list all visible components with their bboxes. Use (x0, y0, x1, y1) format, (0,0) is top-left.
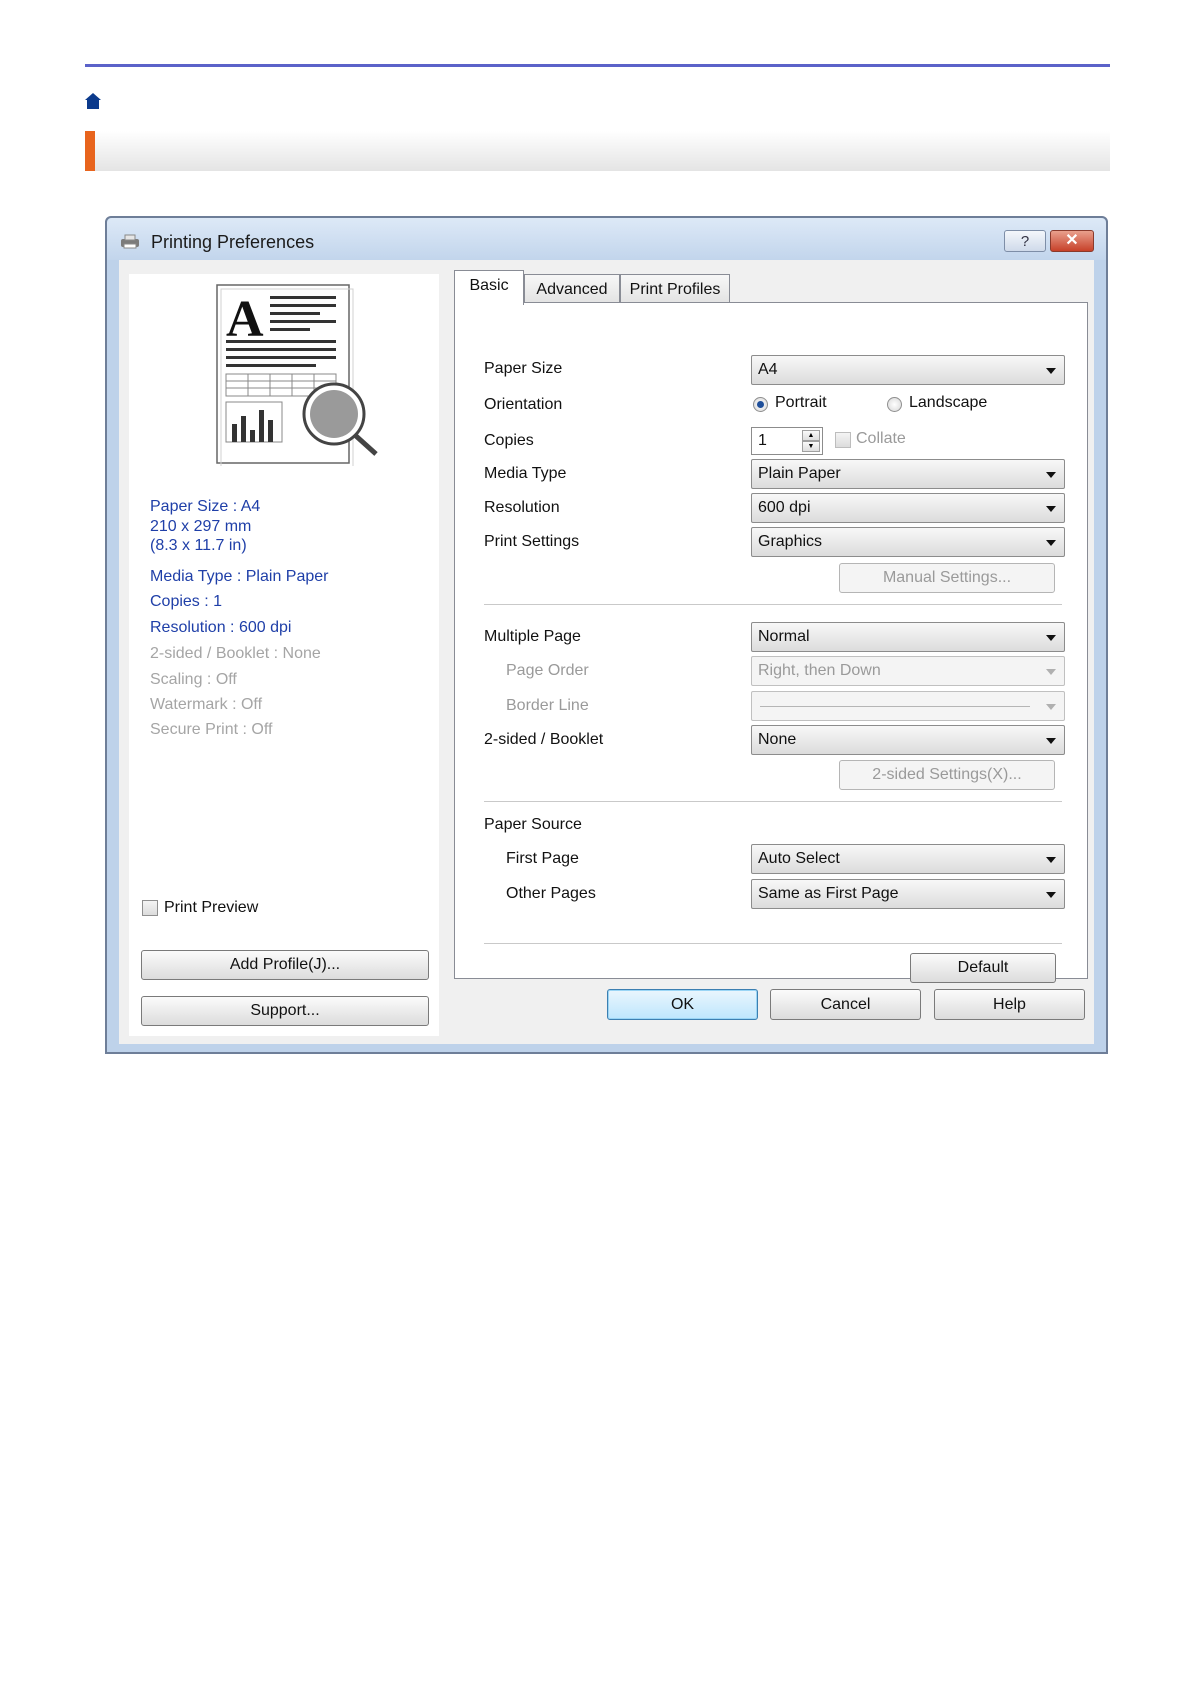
preview-panel: A Paper Size: A4 210 x 297 mm (8.3 x 11… (129, 274, 439, 1036)
summary-scaling: Scaling : Off (150, 671, 237, 688)
tab-advanced[interactable]: Advanced (524, 274, 620, 304)
first-page-dropdown[interactable]: Auto Select (751, 844, 1065, 874)
media-type-value: Plain Paper (758, 465, 841, 482)
multiple-page-label: Multiple Page (484, 628, 581, 645)
summary-dimensions-in: (8.3 x 11.7 in) (150, 537, 247, 554)
border-line-dropdown[interactable] (751, 691, 1065, 721)
add-profile-button[interactable]: Add Profile(J)... (141, 950, 429, 980)
paper-source-label: Paper Source (484, 816, 582, 833)
paper-size-value: A4 (758, 361, 778, 378)
resolution-value: 600 dpi (758, 499, 811, 516)
divider (484, 801, 1062, 803)
collate-label: Collate (856, 430, 906, 447)
basic-tab-panel: Paper Size A4 Orientation Portrait Lands… (454, 302, 1088, 983)
other-pages-value: Same as First Page (758, 885, 899, 902)
page-top-rule (85, 64, 1110, 67)
print-preview-checkbox[interactable] (142, 900, 158, 916)
dialog-client-area: A Paper Size: A4 210 x 297 mm (8.3 x 11… (119, 260, 1094, 1044)
first-page-value: Auto Select (758, 850, 840, 867)
two-sided-value: None (758, 731, 797, 748)
close-button[interactable]: ✕ (1050, 230, 1094, 252)
home-icon[interactable] (84, 92, 102, 110)
chevron-down-icon (1046, 857, 1056, 863)
summary-two-sided: 2-sided / Booklet : None (150, 645, 321, 662)
portrait-radio[interactable] (753, 397, 768, 412)
multiple-page-value: Normal (758, 628, 810, 645)
help-titlebar-button[interactable]: ? (1004, 230, 1046, 252)
border-line-sample (760, 706, 1030, 707)
chevron-down-icon (1046, 506, 1056, 512)
media-type-label: Media Type (484, 465, 567, 482)
summary-secure-print: Secure Print : Off (150, 721, 273, 738)
copies-stepper[interactable]: 1 ▲ ▼ (751, 427, 823, 455)
chevron-down-icon (1046, 635, 1056, 641)
media-type-dropdown[interactable]: Plain Paper (751, 459, 1065, 489)
printer-icon (121, 234, 139, 249)
portrait-label: Portrait (775, 394, 827, 411)
print-settings-dropdown[interactable]: Graphics (751, 527, 1065, 557)
dialog-title: Printing Preferences (151, 232, 315, 252)
summary-paper-size: Paper Size : A4 (150, 498, 261, 515)
two-sided-dropdown[interactable]: None (751, 725, 1065, 755)
copies-label: Copies (484, 432, 534, 449)
chevron-down-icon (1046, 368, 1056, 374)
print-preview-label: Print Preview (164, 899, 259, 916)
other-pages-label: Other Pages (506, 885, 596, 902)
chevron-down-icon (1046, 540, 1056, 546)
support-button[interactable]: Support... (141, 996, 429, 1026)
page-order-dropdown[interactable]: Right, then Down (751, 656, 1065, 686)
cancel-button[interactable]: Cancel (770, 989, 921, 1020)
two-sided-settings-button[interactable]: 2-sided Settings(X)... (839, 760, 1055, 790)
summary-dimensions-mm: 210 x 297 mm (150, 518, 252, 535)
summary-watermark: Watermark : Off (150, 696, 263, 713)
tab-basic[interactable]: Basic (454, 270, 524, 305)
decrement-arrow-icon[interactable]: ▼ (802, 441, 820, 452)
two-sided-label: 2-sided / Booklet (484, 731, 604, 748)
landscape-label: Landscape (909, 394, 988, 411)
manual-settings-button[interactable]: Manual Settings... (839, 563, 1055, 593)
divider (484, 604, 1062, 606)
tab-print-profiles[interactable]: Print Profiles (620, 274, 730, 304)
section-title-band (85, 131, 1110, 171)
print-settings-label: Print Settings (484, 533, 580, 550)
svg-text:A: A (226, 291, 264, 348)
other-pages-dropdown[interactable]: Same as First Page (751, 879, 1065, 909)
dialog-titlebar: Printing Preferences ? ✕ (107, 218, 1106, 260)
page-order-label: Page Order (506, 662, 589, 679)
summary-copies: Copies : 1 (150, 593, 223, 610)
first-page-label: First Page (506, 850, 579, 867)
increment-arrow-icon[interactable]: ▲ (802, 430, 820, 441)
chevron-down-icon (1046, 892, 1056, 898)
chevron-down-icon (1046, 704, 1056, 710)
help-button[interactable]: Help (934, 989, 1085, 1020)
resolution-label: Resolution (484, 499, 560, 516)
chevron-down-icon (1046, 472, 1056, 478)
summary-resolution: Resolution : 600 dpi (150, 619, 292, 636)
chevron-down-icon (1046, 738, 1056, 744)
chevron-down-icon (1046, 669, 1056, 675)
ok-button[interactable]: OK (607, 989, 758, 1020)
summary-media-type: Media Type : Plain Paper (150, 568, 329, 585)
divider (484, 943, 1062, 945)
collate-checkbox[interactable] (835, 432, 851, 448)
default-button[interactable]: Default (910, 953, 1056, 983)
section-accent-bar (85, 131, 95, 171)
paper-size-label: Paper Size (484, 360, 563, 377)
border-line-label: Border Line (506, 697, 589, 714)
print-settings-value: Graphics (758, 533, 823, 550)
printing-preferences-dialog: Printing Preferences ? ✕ A Paper Size: … (105, 216, 1108, 1054)
paper-size-dropdown[interactable]: A4 (751, 355, 1065, 385)
landscape-radio[interactable] (887, 397, 902, 412)
resolution-dropdown[interactable]: 600 dpi (751, 493, 1065, 523)
page-order-value: Right, then Down (758, 662, 881, 679)
orientation-label: Orientation (484, 396, 563, 413)
multiple-page-dropdown[interactable]: Normal (751, 622, 1065, 652)
copies-value: 1 (758, 432, 767, 449)
page-preview-image: A (216, 284, 378, 466)
